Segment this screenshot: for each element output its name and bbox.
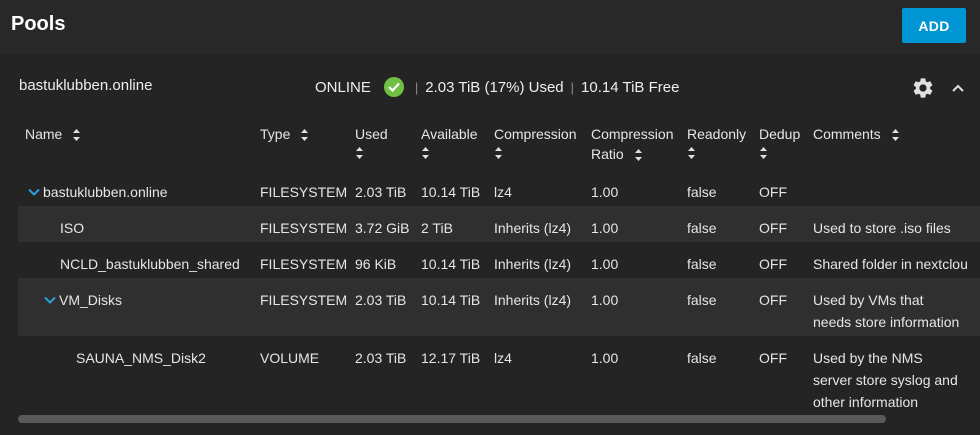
column-header-label: Ratio bbox=[591, 146, 624, 162]
column-header-dedup[interactable]: Dedup bbox=[759, 124, 800, 160]
ratio-cell: 1.00 bbox=[591, 350, 619, 366]
pool-status-text: ONLINE bbox=[315, 78, 371, 96]
compression-cell: Inherits (lz4) bbox=[494, 292, 572, 308]
compression-cell: Inherits (lz4) bbox=[494, 220, 572, 236]
table-row[interactable]: ISO FILESYSTEM 3.72 GiB 2 TiB Inherits (… bbox=[18, 206, 980, 242]
available-cell: 10.14 TiB bbox=[421, 184, 481, 200]
column-header-readonly[interactable]: Readonly bbox=[687, 124, 746, 160]
dedup-cell: OFF bbox=[759, 184, 787, 200]
top-bar: Pools ADD bbox=[0, 0, 980, 54]
sort-icon bbox=[760, 147, 767, 159]
readonly-cell: false bbox=[687, 256, 717, 272]
compression-cell: lz4 bbox=[494, 350, 512, 366]
ratio-cell: 1.00 bbox=[591, 256, 619, 272]
type-cell: FILESYSTEM bbox=[260, 256, 348, 272]
page-title: Pools bbox=[11, 13, 66, 35]
gear-icon[interactable] bbox=[911, 76, 935, 100]
column-header-label: Type bbox=[260, 126, 291, 142]
available-cell: 2 TiB bbox=[421, 220, 453, 236]
sort-icon bbox=[495, 147, 502, 159]
pool-free: 10.14 TiB Free bbox=[581, 78, 680, 96]
comments-cell: Used by the NMS server store syslog and … bbox=[813, 350, 958, 410]
dataset-name: VM_Disks bbox=[59, 292, 123, 308]
column-header-compression[interactable]: Compression bbox=[494, 124, 576, 160]
chevron-up-icon[interactable] bbox=[948, 78, 968, 98]
type-cell: FILESYSTEM bbox=[260, 292, 348, 308]
table-row[interactable]: VM_Disks FILESYSTEM 2.03 TiB 10.14 TiB I… bbox=[18, 278, 980, 336]
column-header-label: Name bbox=[25, 126, 63, 142]
used-cell: 96 KiB bbox=[355, 256, 397, 272]
dedup-cell: OFF bbox=[759, 292, 787, 308]
used-cell: 2.03 TiB bbox=[355, 350, 407, 366]
add-button[interactable]: ADD bbox=[902, 8, 966, 43]
readonly-cell: false bbox=[687, 184, 717, 200]
available-cell: 10.14 TiB bbox=[421, 292, 481, 308]
sort-icon bbox=[301, 129, 309, 142]
column-header-label: Comments bbox=[813, 126, 881, 142]
dataset-name-cell: VM_Disks bbox=[44, 289, 122, 311]
available-cell: 12.17 TiB bbox=[421, 350, 481, 366]
pool-name: bastuklubben.online bbox=[19, 77, 153, 94]
dedup-cell: OFF bbox=[759, 256, 787, 272]
readonly-cell: false bbox=[687, 220, 717, 236]
pool-used: 2.03 TiB (17%) Used bbox=[425, 78, 564, 96]
comments-cell: Used to store .iso files bbox=[813, 220, 951, 236]
chevron-down-icon[interactable] bbox=[28, 187, 40, 197]
ratio-cell: 1.00 bbox=[591, 220, 619, 236]
type-cell: FILESYSTEM bbox=[260, 220, 348, 236]
column-header-comments[interactable]: Comments bbox=[813, 124, 900, 144]
readonly-cell: false bbox=[687, 292, 717, 308]
dedup-cell: OFF bbox=[759, 350, 787, 366]
ratio-cell: 1.00 bbox=[591, 184, 619, 200]
sort-icon bbox=[73, 129, 81, 142]
column-header-name[interactable]: Name bbox=[25, 124, 81, 144]
divider: | bbox=[570, 79, 575, 95]
dataset-name-cell: bastuklubben.online bbox=[28, 181, 168, 203]
sort-icon bbox=[422, 147, 429, 159]
sort-icon bbox=[634, 149, 642, 162]
dataset-table: Name Type Used Available Compression Com… bbox=[18, 118, 980, 412]
sort-icon bbox=[356, 147, 363, 159]
column-header-label: Compression bbox=[591, 126, 674, 142]
type-cell: FILESYSTEM bbox=[260, 184, 348, 200]
table-row[interactable]: NCLD_bastuklubben_shared FILESYSTEM 96 K… bbox=[18, 242, 980, 278]
column-header-type[interactable]: Type bbox=[260, 124, 309, 144]
dataset-name: NCLD_bastuklubben_shared bbox=[60, 256, 240, 272]
ratio-cell: 1.00 bbox=[591, 292, 619, 308]
chevron-down-icon[interactable] bbox=[44, 295, 56, 305]
sort-icon bbox=[688, 147, 695, 159]
column-header-label: Available bbox=[421, 126, 478, 142]
check-circle-icon bbox=[383, 77, 404, 97]
column-header-used[interactable]: Used bbox=[355, 124, 388, 160]
dataset-name: SAUNA_NMS_Disk2 bbox=[76, 350, 206, 366]
column-header-label: Readonly bbox=[687, 126, 747, 142]
pool-header: bastuklubben.online ONLINE | 2.03 TiB (1… bbox=[0, 58, 980, 114]
type-cell: VOLUME bbox=[260, 350, 320, 366]
used-cell: 3.72 GiB bbox=[355, 220, 410, 236]
column-header-label: Compression bbox=[494, 126, 577, 142]
horizontal-scrollbar[interactable] bbox=[18, 415, 886, 423]
comments-cell: Used by VMs that needs store information bbox=[813, 292, 960, 330]
column-header-label: Used bbox=[355, 126, 388, 142]
pool-status: ONLINE | 2.03 TiB (17%) Used | 10.14 TiB… bbox=[315, 77, 679, 97]
used-cell: 2.03 TiB bbox=[355, 292, 407, 308]
dataset-name: bastuklubben.online bbox=[43, 184, 168, 200]
divider: | bbox=[414, 79, 419, 95]
column-header-label: Dedup bbox=[759, 126, 801, 142]
dedup-cell: OFF bbox=[759, 220, 787, 236]
comments-cell: Shared folder in nextclou bbox=[813, 256, 968, 272]
available-cell: 10.14 TiB bbox=[421, 256, 481, 272]
table-row[interactable]: SAUNA_NMS_Disk2 VOLUME 2.03 TiB 12.17 Ti… bbox=[18, 336, 980, 412]
readonly-cell: false bbox=[687, 350, 717, 366]
column-header-ratio[interactable]: Compression Ratio bbox=[591, 124, 673, 164]
dataset-name: ISO bbox=[60, 220, 85, 236]
compression-cell: lz4 bbox=[494, 184, 512, 200]
sort-icon bbox=[891, 129, 899, 142]
compression-cell: Inherits (lz4) bbox=[494, 256, 572, 272]
column-header-available[interactable]: Available bbox=[421, 124, 478, 160]
used-cell: 2.03 TiB bbox=[355, 184, 407, 200]
